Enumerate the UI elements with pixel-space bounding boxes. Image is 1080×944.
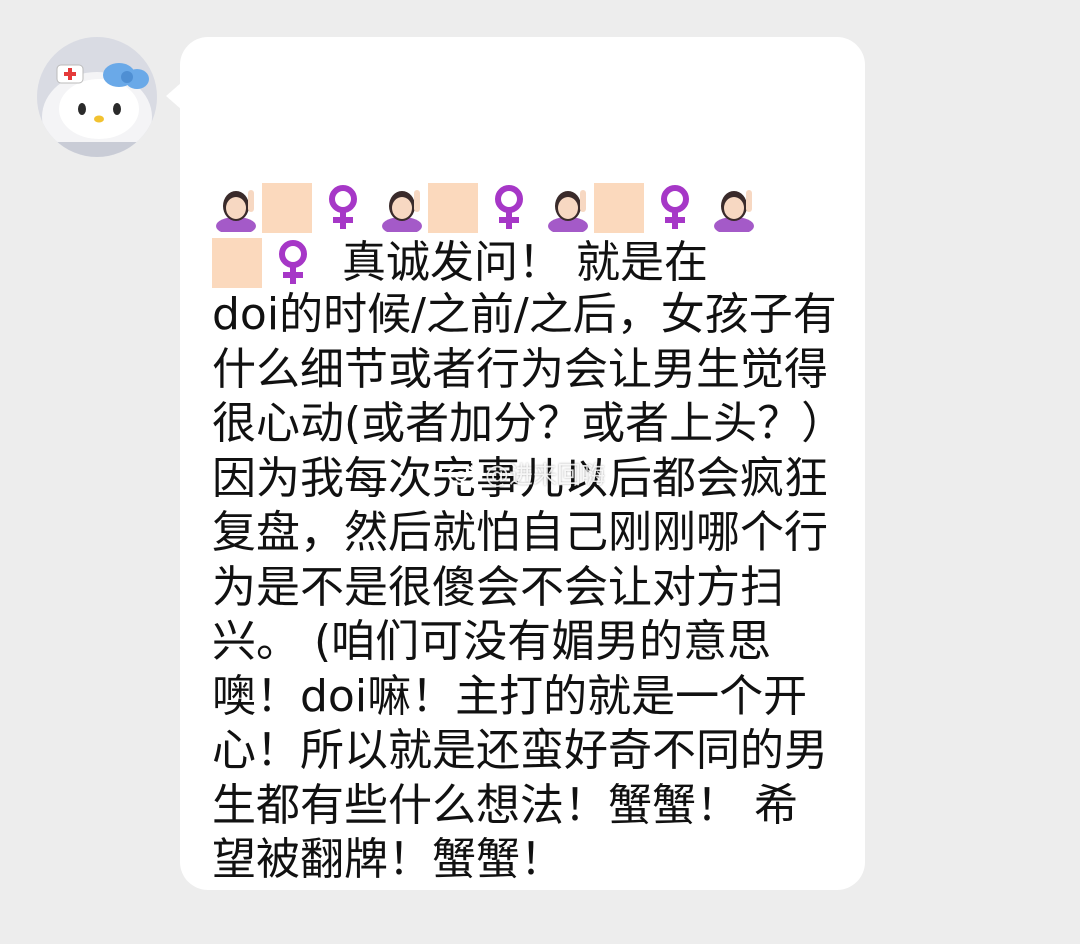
message-body: doi的时候/之前/之后，女孩子有什么细节或者行为会让男生觉得很心动(或者加分？… [212, 289, 837, 885]
female-sign-icon [495, 185, 523, 229]
message-text: 真诚发问！ 就是在 doi的时候/之前/之后，女孩子有什么细节或者行为会让男生觉得… [212, 70, 837, 888]
hello-kitty-avatar [37, 37, 157, 157]
tofu-box-icon [262, 183, 312, 233]
message-intro: 真诚发问！ 就是在 [328, 236, 708, 288]
raising-hand-woman-icon [216, 190, 256, 232]
female-sign-icon [661, 185, 689, 229]
emoji-row-2: 真诚发问！ 就是在 [212, 234, 837, 289]
avatar[interactable] [37, 37, 157, 157]
female-sign-icon [329, 185, 357, 229]
emoji-row-1 [212, 179, 837, 234]
raising-hand-woman-icon [382, 190, 422, 232]
raising-hand-woman-icon [548, 190, 588, 232]
tofu-box-icon [594, 183, 644, 233]
raising-hand-woman-icon [714, 190, 754, 232]
female-sign-icon [279, 239, 307, 284]
tofu-box-icon [428, 183, 478, 233]
tofu-box-icon [212, 237, 262, 288]
